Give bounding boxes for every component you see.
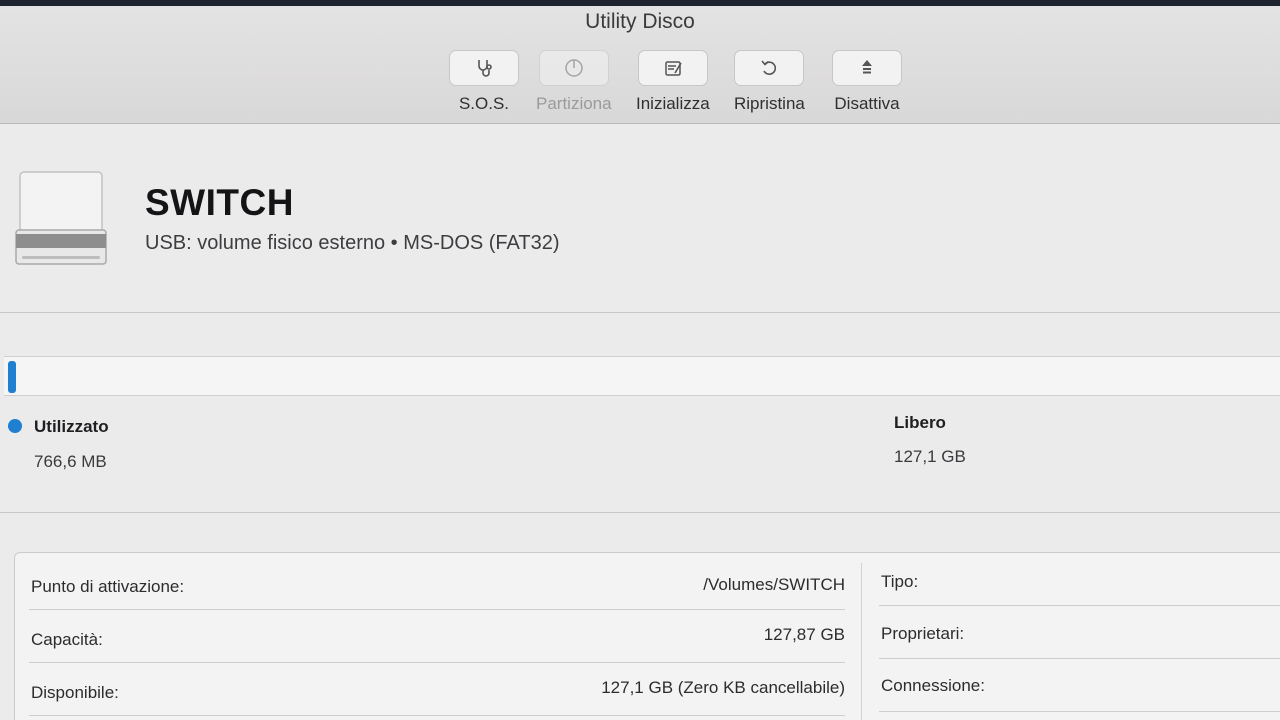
divider xyxy=(0,312,1280,313)
capacity-value: 127,87 GB xyxy=(763,625,845,644)
free-value: 127,1 GB xyxy=(894,447,966,466)
sos-tool[interactable]: S.O.S. xyxy=(449,50,519,114)
owners-label: Proprietari: xyxy=(881,624,965,643)
info-row-capacity: Capacità: 127,87 GB xyxy=(15,610,845,663)
mount-point-value: /Volumes/SWITCH xyxy=(703,575,845,594)
restore-label: Ripristina xyxy=(734,94,805,113)
external-drive-icon xyxy=(15,171,107,265)
free-legend-label: Libero xyxy=(894,413,946,432)
available-label: Disponibile: xyxy=(31,683,119,702)
restore-arrow-icon xyxy=(761,60,777,75)
unmount-label: Disattiva xyxy=(834,94,900,113)
connection-label: Connessione: xyxy=(881,676,985,695)
used-legend-label: Utilizzato xyxy=(34,417,109,436)
restore-button[interactable] xyxy=(734,50,805,86)
erase-button[interactable] xyxy=(637,50,708,86)
info-row-mount-point: Punto di attivazione: /Volumes/SWITCH xyxy=(15,557,845,610)
restore-tool[interactable]: Ripristina xyxy=(734,50,805,114)
row-divider xyxy=(879,711,1280,712)
partition-button[interactable] xyxy=(538,50,609,86)
info-row-available: Disponibile: 127,1 GB (Zero KB cancellab… xyxy=(15,663,845,716)
partition-pie-icon xyxy=(565,59,583,77)
volume-description: USB: volume fisico esterno • MS-DOS (FAT… xyxy=(145,232,560,254)
window-title: Utility Disco xyxy=(585,10,695,33)
usage-bar xyxy=(4,356,1280,396)
divider xyxy=(0,512,1280,513)
partition-tool[interactable]: Partiziona xyxy=(536,50,612,114)
used-value: 766,6 MB xyxy=(34,452,107,471)
info-row-type: Tipo: xyxy=(879,553,1280,606)
erase-disk-icon xyxy=(665,61,682,76)
row-divider xyxy=(29,715,845,716)
column-divider xyxy=(861,563,862,720)
partition-label: Partiziona xyxy=(536,94,612,113)
unmount-icon xyxy=(862,60,872,74)
stethoscope-icon xyxy=(478,60,492,77)
usage-bar-used-fill xyxy=(8,361,16,393)
erase-tool[interactable]: Inizializza xyxy=(636,50,710,114)
sos-label: S.O.S. xyxy=(458,94,510,113)
capacity-label: Capacità: xyxy=(31,630,103,649)
window-toolbar: Utility Disco S.O.S. Partiziona Iniziali… xyxy=(0,6,1280,124)
erase-label: Inizializza xyxy=(636,94,710,113)
volume-header: SWITCH USB: volume fisico esterno • MS-D… xyxy=(0,160,1280,280)
info-row-connection: Connessione: xyxy=(879,659,1280,712)
unmount-tool[interactable]: Disattiva xyxy=(832,50,902,114)
info-row-owners: Proprietari: xyxy=(879,606,1280,659)
volume-name: SWITCH xyxy=(145,182,294,223)
unmount-button[interactable] xyxy=(832,50,902,86)
available-value: 127,1 GB (Zero KB cancellabile) xyxy=(601,678,845,697)
type-label: Tipo: xyxy=(881,572,919,591)
info-panel: Punto di attivazione: /Volumes/SWITCH Ca… xyxy=(14,552,1280,720)
sos-button[interactable] xyxy=(449,50,519,86)
mount-point-label: Punto di attivazione: xyxy=(31,577,185,596)
used-legend-dot xyxy=(8,419,22,433)
